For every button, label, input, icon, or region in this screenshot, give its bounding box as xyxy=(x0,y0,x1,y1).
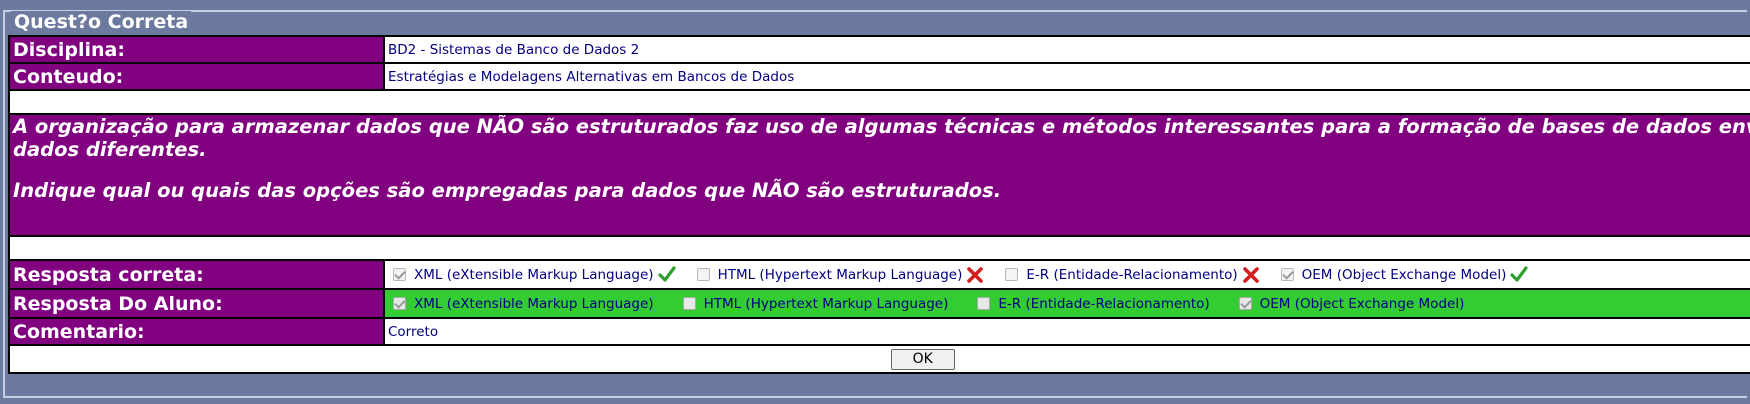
student-option: HTML (Hypertext Markup Language) xyxy=(678,295,949,312)
correct-option-label: OEM (Object Exchange Model) xyxy=(1301,266,1507,283)
student-checkbox[interactable] xyxy=(682,297,696,310)
spacer-row xyxy=(9,236,1750,260)
correct-option-label: HTML (Hypertext Markup Language) xyxy=(717,266,963,283)
correct-option: XML (eXtensible Markup Language) xyxy=(388,265,676,284)
student-answer-label: Resposta Do Aluno: xyxy=(9,289,384,318)
row-student-answer: Resposta Do Aluno: XML (eXtensible Marku… xyxy=(9,289,1750,318)
conteudo-label: Conteudo: xyxy=(9,63,384,90)
comment-value: Correto xyxy=(384,318,1750,345)
disciplina-label: Disciplina: xyxy=(9,36,384,63)
check-icon xyxy=(1510,265,1528,284)
row-conteudo: Conteudo: Estratégias e Modelagens Alter… xyxy=(9,63,1750,90)
spacer-cell xyxy=(9,90,1750,114)
correct-checkbox[interactable] xyxy=(696,268,710,281)
check-icon xyxy=(657,265,676,284)
question-line-2: dados diferentes. xyxy=(13,138,207,161)
row-question: A organização para armazenar dados que N… xyxy=(9,114,1750,236)
row-correct-answer: Resposta correta: XML (eXtensible Markup… xyxy=(9,260,1750,289)
row-disciplina: Disciplina: BD2 - Sistemas de Banco de D… xyxy=(9,36,1750,63)
question-table: Disciplina: BD2 - Sistemas de Banco de D… xyxy=(8,35,1750,374)
row-ok: OK xyxy=(9,345,1750,373)
correct-answer-options: XML (eXtensible Markup Language) HTML (Hy… xyxy=(384,260,1750,289)
ok-button[interactable]: OK xyxy=(890,348,955,370)
student-option: XML (eXtensible Markup Language) xyxy=(388,296,654,312)
student-option-label: HTML (Hypertext Markup Language) xyxy=(703,295,949,312)
student-answer-options: XML (eXtensible Markup Language) HTML (Hy… xyxy=(384,289,1750,318)
question-line-1: A organização para armazenar dados que N… xyxy=(13,115,1750,138)
correct-checkbox[interactable] xyxy=(1005,268,1019,281)
student-option: E-R (Entidade-Relacionamento) xyxy=(972,295,1210,312)
student-checkbox[interactable] xyxy=(393,297,406,310)
spacer-cell xyxy=(9,236,1750,260)
student-checkbox[interactable] xyxy=(977,297,991,310)
fieldset-legend: Quest?o Correta xyxy=(11,11,192,33)
question-line-3: Indique qual ou quais das opções são emp… xyxy=(13,179,1002,202)
conteudo-value: Estratégias e Modelagens Alternativas em… xyxy=(384,63,1750,90)
cross-icon xyxy=(1242,266,1260,284)
student-option-label: OEM (Object Exchange Model) xyxy=(1259,295,1465,312)
correct-option: OEM (Object Exchange Model) xyxy=(1276,265,1529,284)
disciplina-value: BD2 - Sistemas de Banco de Dados 2 xyxy=(384,36,1750,63)
student-checkbox[interactable] xyxy=(1238,297,1252,310)
correct-option: HTML (Hypertext Markup Language) xyxy=(692,266,985,284)
ok-cell: OK xyxy=(9,345,1750,373)
question-text: A organização para armazenar dados que N… xyxy=(9,114,1750,236)
spacer-row xyxy=(9,90,1750,114)
correct-option: E-R (Entidade-Relacionamento) xyxy=(1000,266,1259,284)
student-option-label: XML (eXtensible Markup Language) xyxy=(414,295,654,312)
correct-option-label: E-R (Entidade-Relacionamento) xyxy=(1026,266,1238,283)
student-option-label: E-R (Entidade-Relacionamento) xyxy=(998,295,1210,312)
correct-answer-label: Resposta correta: xyxy=(9,260,384,289)
correct-checkbox[interactable] xyxy=(1280,268,1294,281)
student-option: OEM (Object Exchange Model) xyxy=(1234,295,1465,312)
row-comment: Comentario: Correto xyxy=(9,318,1750,345)
correct-checkbox[interactable] xyxy=(393,268,406,281)
correct-option-label: XML (eXtensible Markup Language) xyxy=(414,266,654,283)
comment-label: Comentario: xyxy=(9,318,384,345)
cross-icon xyxy=(966,266,984,284)
